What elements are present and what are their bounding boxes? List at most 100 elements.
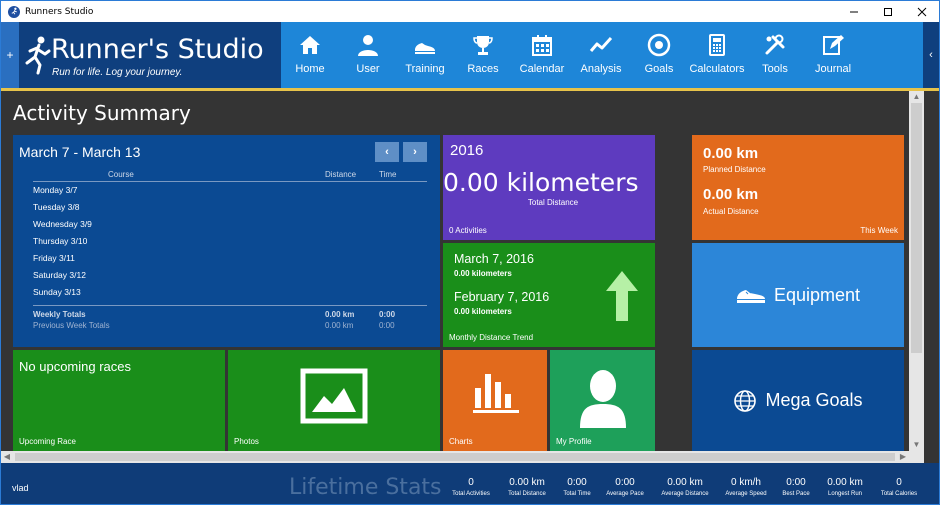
home-icon (300, 36, 320, 54)
tile-caption: My Profile (556, 437, 592, 446)
nav-calculators[interactable]: Calculators (685, 22, 749, 88)
photos-tile[interactable]: Photos (228, 350, 440, 451)
image-icon (300, 368, 368, 424)
minimize-button[interactable] (837, 1, 871, 22)
scroll-up-icon[interactable]: ▲ (912, 92, 921, 101)
previous-week-distance: 0.00 km (325, 321, 354, 330)
calculator-icon (709, 34, 725, 56)
logo: Runner's Studio Run for life. Log your j… (19, 22, 281, 88)
week-summary-tile: March 7 - March 13 ‹ › Course Distance T… (13, 135, 440, 347)
chevron-left-icon: ‹ (385, 146, 389, 158)
maximize-icon (884, 7, 892, 16)
target-icon (647, 33, 671, 57)
chevron-right-icon: › (413, 146, 417, 158)
page-title: Activity Summary (13, 101, 191, 125)
nav-journal[interactable]: Journal (801, 22, 865, 88)
week-range: March 7 - March 13 (19, 144, 141, 160)
day-row[interactable]: Tuesday 3/8 (33, 202, 79, 212)
charts-tile[interactable]: Charts (443, 350, 547, 451)
minimize-icon (850, 11, 858, 12)
total-distance-value: 0.00 kilometers (443, 168, 639, 197)
stat-total-calories: 0 Total Calories (880, 477, 918, 497)
my-profile-tile[interactable]: My Profile (550, 350, 655, 451)
nav-tools[interactable]: Tools (749, 22, 801, 88)
app-tagline: Run for life. Log your journey. (52, 67, 183, 78)
maximize-button[interactable] (871, 1, 905, 22)
runner-logo-icon (25, 36, 51, 75)
shoe-icon (736, 290, 765, 303)
column-course: Course (108, 170, 134, 179)
stat-best-pace: 0:00 Best Pace (782, 477, 810, 497)
user-icon (358, 35, 378, 56)
day-row[interactable]: Wednesday 3/9 (33, 219, 92, 229)
equipment-tile[interactable]: Equipment (692, 243, 904, 347)
tile-caption: Photos (234, 437, 259, 446)
trend-date-current: March 7, 2016 (454, 252, 534, 266)
close-icon (917, 7, 927, 16)
scroll-right-icon[interactable]: ▶ (898, 452, 908, 462)
weekly-totals-distance: 0.00 km (325, 310, 355, 319)
scrollbar-thumb[interactable] (15, 453, 895, 461)
day-row[interactable]: Monday 3/7 (33, 185, 77, 195)
column-time: Time (379, 170, 397, 179)
shoe-icon (415, 43, 435, 54)
trend-line-icon (589, 36, 613, 52)
nav-goals[interactable]: Goals (633, 22, 685, 88)
mega-goals-tile[interactable]: Mega Goals (692, 350, 904, 451)
monthly-trend-tile[interactable]: March 7, 2016 0.00 kilometers February 7… (443, 243, 655, 347)
expand-panel-button[interactable]: + (1, 22, 19, 88)
title-bar: Runners Studio (1, 1, 939, 22)
nav-home[interactable]: Home (283, 22, 337, 88)
previous-week-button[interactable]: ‹ (375, 142, 399, 162)
app-name: Runner's Studio (51, 34, 264, 65)
trophy-icon (473, 36, 493, 55)
day-row[interactable]: Friday 3/11 (33, 253, 75, 263)
journal-icon (823, 35, 844, 55)
stat-average-speed: 0 km/h Average Speed (725, 477, 767, 497)
scroll-left-icon[interactable]: ◀ (2, 452, 12, 462)
vertical-scrollbar[interactable]: ▲ ▼ (909, 91, 924, 451)
upcoming-race-tile[interactable]: No upcoming races Upcoming Race (13, 350, 225, 451)
nav-label: Calendar (519, 63, 565, 75)
divider (33, 305, 427, 306)
chevron-left-icon: ‹ (929, 49, 933, 61)
close-button[interactable] (905, 1, 939, 22)
nav-label: Training (405, 63, 445, 75)
calendar-icon (532, 35, 552, 56)
mega-goals-label: Mega Goals (765, 390, 863, 410)
planned-distance-value: 0.00 km (703, 145, 759, 162)
app-runner-icon (8, 5, 20, 18)
nav-label: Calculators (689, 63, 745, 75)
scrollbar-thumb[interactable] (911, 103, 922, 353)
nav-training[interactable]: Training (399, 22, 451, 88)
stat-total-activities: 0 Total Activities (452, 477, 490, 497)
this-week-tile[interactable]: 0.00 km Planned Distance 0.00 km Actual … (692, 135, 904, 240)
horizontal-scrollbar[interactable]: ◀ ▶ (1, 451, 924, 463)
year-distance-tile[interactable]: 2016 0.00 kilometers Total Distance 0 Ac… (443, 135, 655, 240)
day-row[interactable]: Thursday 3/10 (33, 236, 87, 246)
actual-distance-label: Actual Distance (703, 207, 759, 216)
plus-icon: + (6, 48, 14, 62)
nav-calendar[interactable]: Calendar (515, 22, 569, 88)
next-week-button[interactable]: › (403, 142, 427, 162)
collapse-header-button[interactable]: ‹ (923, 22, 939, 88)
tile-caption: This Week (860, 226, 898, 235)
main-nav: Home User Training Races Calendar Analys… (283, 22, 865, 88)
window-title: Runners Studio (25, 6, 94, 17)
bar-chart-icon (473, 374, 519, 413)
nav-label: User (356, 63, 380, 75)
total-distance-label: Total Distance (527, 198, 579, 207)
nav-label: Races (467, 63, 499, 75)
trend-value-current: 0.00 kilometers (454, 269, 512, 278)
nav-label: Goals (644, 63, 674, 75)
scroll-down-icon[interactable]: ▼ (912, 440, 921, 449)
day-row[interactable]: Sunday 3/13 (33, 287, 81, 297)
day-row[interactable]: Saturday 3/12 (33, 270, 86, 280)
tools-icon (765, 34, 785, 55)
nav-races[interactable]: Races (451, 22, 515, 88)
year-label: 2016 (450, 142, 484, 159)
nav-analysis[interactable]: Analysis (569, 22, 633, 88)
stat-average-distance: 0.00 km Average Distance (661, 477, 709, 497)
current-user[interactable]: vlad (12, 483, 29, 493)
nav-user[interactable]: User (337, 22, 399, 88)
